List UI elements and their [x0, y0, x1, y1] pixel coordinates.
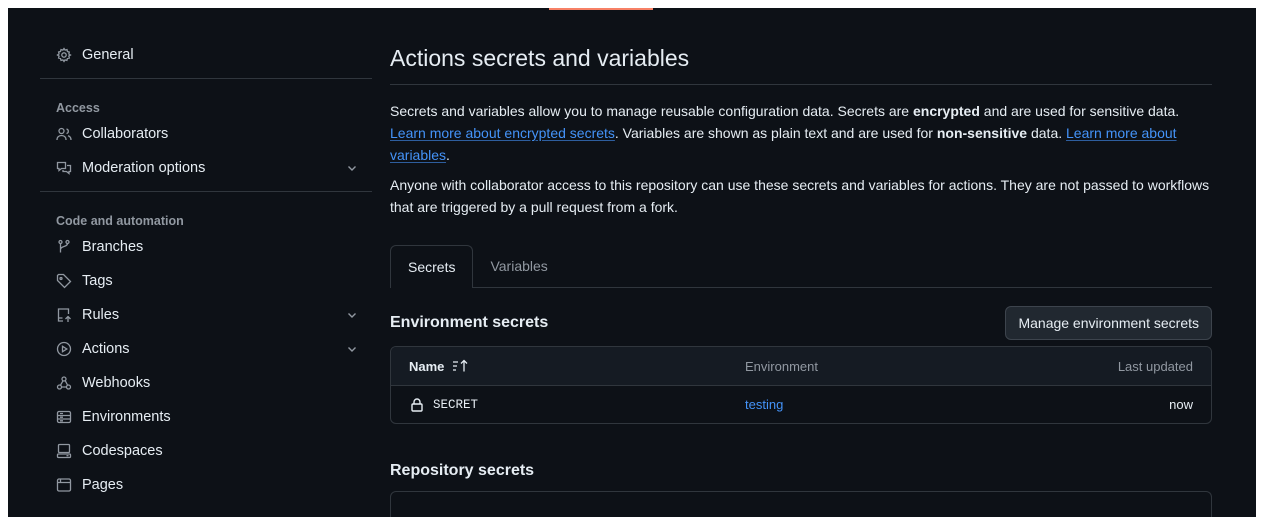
- tag-icon: [56, 273, 72, 289]
- environment-secrets-header: Environment secrets Manage environment s…: [390, 305, 1212, 341]
- page-title: Actions secrets and variables: [390, 45, 690, 71]
- play-icon: [56, 341, 72, 357]
- intro-text: .: [446, 147, 450, 163]
- intro-paragraph: Secrets and variables allow you to manag…: [390, 100, 1212, 166]
- settings-sidebar: General Access Collaborators Moderation: [40, 38, 372, 502]
- sidebar-item-label: Tags: [82, 273, 113, 289]
- sort-ascending-icon[interactable]: [452, 359, 468, 373]
- tab-variables[interactable]: Variables: [473, 245, 564, 287]
- column-header-label: Name: [409, 358, 445, 374]
- sidebar-item-environments[interactable]: Environments: [40, 400, 372, 434]
- column-header-environment: Environment: [745, 358, 818, 374]
- secret-name-cell: SECRET: [409, 397, 745, 413]
- table-row: SECRET testing now: [391, 386, 1211, 423]
- column-header-name[interactable]: Name: [409, 359, 745, 374]
- sidebar-item-general[interactable]: General: [40, 38, 372, 72]
- environment-secrets-title: Environment secrets: [390, 314, 549, 331]
- sidebar-item-label: Pages: [82, 477, 124, 493]
- comment-discussion-icon: [56, 160, 72, 176]
- intro-text: and are used for sensitive data.: [979, 103, 1180, 119]
- people-icon: [56, 126, 72, 142]
- sidebar-item-label: Actions: [82, 341, 130, 357]
- title-divider: [390, 84, 1212, 85]
- column-header-last-updated: Last updated: [1117, 358, 1193, 374]
- repository-secrets-title: Repository secrets: [390, 462, 535, 479]
- manage-environment-secrets-button[interactable]: Manage environment secrets: [1005, 306, 1212, 340]
- codespaces-icon: [56, 443, 72, 459]
- server-icon: [56, 409, 72, 425]
- sidebar-item-tags[interactable]: Tags: [40, 264, 372, 298]
- gear-icon: [56, 47, 72, 63]
- sidebar-item-codespaces[interactable]: Codespaces: [40, 434, 372, 468]
- lock-icon: [409, 397, 425, 413]
- repository-secrets-table: [390, 491, 1212, 517]
- git-branch-icon: [56, 239, 72, 255]
- main-content: Actions secrets and variables Secrets an…: [390, 38, 1212, 517]
- secret-last-updated: now: [1169, 397, 1193, 412]
- tab-secrets[interactable]: Secrets: [390, 245, 474, 288]
- sidebar-divider: [40, 78, 372, 79]
- webhook-icon: [56, 375, 72, 391]
- intro-text: data.: [1027, 125, 1067, 141]
- top-nav-active-indicator: [549, 8, 653, 10]
- sidebar-item-label: Codespaces: [82, 443, 163, 459]
- secrets-variables-tabs: Secrets Variables: [390, 245, 1212, 288]
- secret-environment-cell: testing: [745, 397, 993, 412]
- table-header: Name Environment Last updated: [391, 347, 1211, 386]
- sidebar-divider: [40, 191, 372, 192]
- sidebar-item-moderation-options[interactable]: Moderation options: [40, 151, 372, 185]
- sidebar-section-access: Access: [56, 101, 100, 115]
- sidebar-item-label: Branches: [82, 239, 144, 255]
- chevron-down-icon[interactable]: [346, 162, 358, 174]
- sidebar-item-pages[interactable]: Pages: [40, 468, 372, 502]
- sidebar-item-label: Webhooks: [82, 375, 151, 391]
- intro-text: . Variables are shown as plain text and …: [614, 125, 937, 141]
- sidebar-item-webhooks[interactable]: Webhooks: [40, 366, 372, 400]
- sidebar-section-code-automation: Code and automation: [56, 214, 184, 228]
- sidebar-item-label: General: [82, 47, 134, 63]
- intro-bold-encrypted: encrypted: [912, 103, 980, 119]
- environment-link[interactable]: testing: [745, 397, 783, 412]
- repo-push-icon: [56, 307, 72, 323]
- chevron-down-icon[interactable]: [346, 343, 358, 355]
- learn-encrypted-secrets-link[interactable]: Learn more about encrypted secrets: [390, 125, 615, 141]
- sidebar-item-actions[interactable]: Actions: [40, 332, 372, 366]
- sidebar-item-label: Collaborators: [82, 126, 169, 142]
- sidebar-item-label: Environments: [82, 409, 171, 425]
- secret-name: SECRET: [433, 397, 479, 412]
- access-note-paragraph: Anyone with collaborator access to this …: [390, 177, 1210, 215]
- browser-icon: [56, 477, 72, 493]
- sidebar-item-label: Moderation options: [82, 160, 206, 176]
- intro-text: Secrets and variables allow you to manag…: [390, 103, 913, 119]
- sidebar-item-label: Rules: [82, 307, 120, 323]
- intro-bold-non-sensitive: non-sensitive: [936, 125, 1028, 141]
- app-frame: General Access Collaborators Moderation: [8, 8, 1256, 517]
- sidebar-item-rules[interactable]: Rules: [40, 298, 372, 332]
- chevron-down-icon[interactable]: [346, 309, 358, 321]
- sidebar-item-branches[interactable]: Branches: [40, 230, 372, 264]
- environment-secrets-table: Name Environment Last updated SECRET tes…: [390, 346, 1212, 424]
- sidebar-item-collaborators[interactable]: Collaborators: [40, 117, 372, 151]
